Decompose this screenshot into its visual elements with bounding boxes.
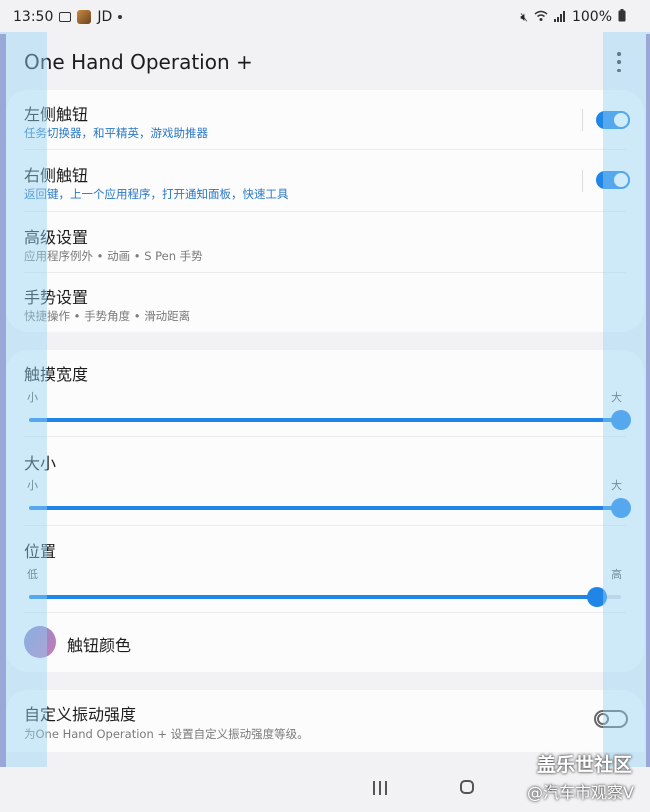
page-title: One Hand Operation + (24, 50, 253, 74)
touch-width-slider[interactable] (29, 410, 631, 430)
wifi-icon (534, 10, 548, 25)
handle-color-title: 触钮颜色 (67, 636, 132, 655)
vibration-row[interactable]: 自定义振动强度 为One Hand Operation + 设置自定义振动强度等… (6, 690, 644, 752)
right-handle-subtitle: 返回键，上一个应用程序，打开通知面板，快速工具 (24, 187, 289, 201)
left-handle-title: 左侧触钮 (24, 105, 89, 124)
size-min-label: 小 (27, 479, 38, 492)
row-separator (582, 109, 583, 131)
position-min-label: 低 (27, 568, 38, 581)
position-title: 位置 (24, 542, 57, 561)
size-slider-thumb[interactable] (611, 498, 631, 518)
advanced-settings-title: 高级设置 (24, 228, 89, 247)
battery-icon (618, 9, 626, 25)
mute-icon: 🔇︎ (520, 10, 528, 24)
touch-width-max-label: 大 (611, 391, 622, 404)
right-handle-title: 右侧触钮 (24, 166, 89, 185)
handle-color-swatch[interactable] (24, 626, 56, 658)
gesture-settings-subtitle: 快捷操作 • 手势角度 • 滑动距离 (24, 309, 191, 323)
position-slider-thumb[interactable] (587, 587, 608, 607)
left-handle-toggle[interactable] (596, 111, 630, 129)
vibration-title: 自定义振动强度 (24, 705, 137, 724)
vibration-subtitle: 为One Hand Operation + 设置自定义振动强度等级。 (24, 727, 309, 741)
size-row: 大小 小 大 (6, 437, 644, 525)
more-options-icon[interactable] (612, 50, 626, 74)
recent-apps-icon[interactable] (373, 781, 387, 795)
size-slider[interactable] (29, 498, 631, 518)
position-slider[interactable] (29, 587, 621, 607)
notification-dot-icon (118, 15, 123, 19)
status-carrier: JD (97, 9, 113, 25)
signal-icon (553, 10, 566, 25)
right-handle-row[interactable]: 右侧触钮 返回键，上一个应用程序，打开通知面板，快速工具 (6, 150, 644, 211)
vibration-card: 自定义振动强度 为One Hand Operation + 设置自定义振动强度等… (6, 690, 644, 752)
avatar-icon (77, 10, 92, 24)
edge-handle-bar-right (646, 32, 650, 767)
battery-text: 100% (571, 9, 612, 25)
left-handle-subtitle: 任务切换器，和平精英，游戏助推器 (24, 126, 208, 140)
touch-width-title: 触摸宽度 (24, 365, 89, 384)
watermark-community: 盖乐世社区 (537, 754, 633, 776)
gesture-settings-title: 手势设置 (24, 288, 89, 307)
handle-color-row[interactable]: 触钮颜色 (6, 613, 644, 672)
size-title: 大小 (24, 454, 57, 473)
row-separator (582, 170, 583, 192)
image-icon (59, 12, 72, 22)
right-handle-toggle[interactable] (596, 171, 630, 189)
size-max-label: 大 (611, 479, 622, 492)
status-time: 13:50 (13, 9, 54, 25)
position-max-label: 高 (611, 568, 622, 581)
advanced-settings-row[interactable]: 高级设置 应用程序例外 • 动画 • S Pen 手势 (6, 212, 644, 272)
status-bar: 13:50 JD 🔇︎ 100% (0, 0, 650, 34)
touch-width-row: 触摸宽度 小 大 (6, 350, 644, 436)
position-row: 位置 低 高 (6, 526, 644, 612)
advanced-settings-subtitle: 应用程序例外 • 动画 • S Pen 手势 (24, 249, 203, 263)
home-icon[interactable] (460, 780, 474, 794)
watermark-author: @汽车市观察V (527, 783, 634, 802)
touch-width-min-label: 小 (27, 391, 38, 404)
appearance-card: 触摸宽度 小 大 大小 小 大 位置 低 高 触钮颜色 (6, 350, 644, 672)
gesture-settings-row[interactable]: 手势设置 快捷操作 • 手势角度 • 滑动距离 (6, 273, 644, 332)
handles-card: 左侧触钮 任务切换器，和平精英，游戏助推器 右侧触钮 返回键，上一个应用程序，打… (6, 90, 644, 332)
app-header: One Hand Operation + (0, 34, 650, 88)
left-handle-row[interactable]: 左侧触钮 任务切换器，和平精英，游戏助推器 (6, 90, 644, 150)
touch-width-slider-thumb[interactable] (611, 410, 631, 430)
vibration-toggle[interactable] (594, 710, 628, 728)
